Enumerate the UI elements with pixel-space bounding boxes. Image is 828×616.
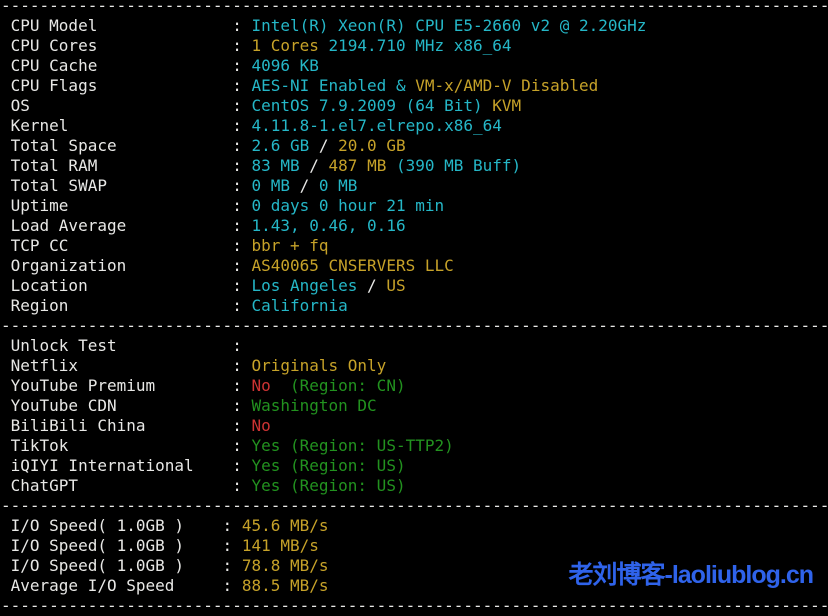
field-value: 1.43, 0.46, 0.16: [251, 216, 406, 235]
field-value: Washington DC: [251, 396, 377, 415]
field-label: Netflix :: [1, 356, 252, 375]
field-label: Total Space :: [1, 136, 252, 155]
field-value: bbr + fq: [251, 236, 329, 255]
field-label: I/O Speed( 1.0GB ) :: [1, 536, 242, 555]
terminal-line-organization: Organization : AS40065 CNSERVERS LLC: [1, 256, 828, 276]
field-label: YouTube CDN :: [1, 396, 252, 415]
field-label: I/O Speed( 1.0GB ) :: [1, 556, 242, 575]
field-value: California: [251, 296, 348, 315]
field-value: /: [299, 156, 329, 175]
field-value: 1 Cores: [251, 36, 319, 55]
field-label: CPU Model :: [1, 16, 252, 35]
terminal-line-unlock-test: Unlock Test :: [1, 336, 828, 356]
field-value: No: [251, 416, 271, 435]
field-label: Region :: [1, 296, 252, 315]
terminal-line-kernel: Kernel : 4.11.8-1.el7.elrepo.x86_64: [1, 116, 828, 136]
field-label: Total SWAP :: [1, 176, 252, 195]
field-label: ChatGPT :: [1, 476, 252, 495]
terminal-line-i-o-speed-1-0gb-: I/O Speed( 1.0GB ) : 45.6 MB/s: [1, 516, 828, 536]
field-label: Location :: [1, 276, 252, 295]
terminal-line-bilibili-china: BiliBili China : No: [1, 416, 828, 436]
field-value: 487 MB: [328, 156, 387, 175]
terminal-line-total-space: Total Space : 2.6 GB / 20.0 GB: [1, 136, 828, 156]
field-label: Load Average :: [1, 216, 252, 235]
field-label: I/O Speed( 1.0GB ) :: [1, 516, 242, 535]
field-value: 141 MB/s: [241, 536, 319, 555]
field-label: Unlock Test :: [1, 336, 252, 355]
field-value: 4096 KB: [251, 56, 319, 75]
field-value: (Region: CN): [270, 376, 406, 395]
field-value: 4.11.8-1.el7.elrepo.x86_64: [251, 116, 502, 135]
field-label: CPU Cores :: [1, 36, 252, 55]
field-value: VM-x/AMD-V Disabled: [415, 76, 599, 95]
field-value: KVM: [492, 96, 522, 115]
field-value: Originals Only: [251, 356, 387, 375]
field-label: Average I/O Speed :: [1, 576, 242, 595]
field-value: 20.0 GB: [338, 136, 406, 155]
field-value: US: [386, 276, 406, 295]
separator-line: ----------------------------------------…: [1, 0, 828, 15]
field-value: AES-NI Enabled &: [251, 76, 416, 95]
separator-line: ----------------------------------------…: [1, 596, 828, 615]
field-value: No: [251, 376, 271, 395]
terminal-line-chatgpt: ChatGPT : Yes (Region: US): [1, 476, 828, 496]
field-label: Uptime :: [1, 196, 252, 215]
field-label: YouTube Premium :: [1, 376, 252, 395]
field-label: TikTok :: [1, 436, 252, 455]
terminal-line-cpu-cores: CPU Cores : 1 Cores 2194.710 MHz x86_64: [1, 36, 828, 56]
terminal-line-tiktok: TikTok : Yes (Region: US-TTP2): [1, 436, 828, 456]
field-label: BiliBili China :: [1, 416, 252, 435]
separator-line: ----------------------------------------…: [1, 496, 828, 515]
separator-line: ----------------------------------------…: [1, 316, 828, 335]
field-label: OS :: [1, 96, 252, 115]
terminal-line-cpu-model: CPU Model : Intel(R) Xeon(R) CPU E5-2660…: [1, 16, 828, 36]
field-value: 2.6 GB: [251, 136, 310, 155]
terminal-line-netflix: Netflix : Originals Only: [1, 356, 828, 376]
terminal-line-youtube-cdn: YouTube CDN : Washington DC: [1, 396, 828, 416]
field-value: 0 MB: [251, 176, 290, 195]
field-label: CPU Cache :: [1, 56, 252, 75]
field-value: Intel(R) Xeon(R) CPU E5-2660 v2 @ 2.20GH…: [251, 16, 647, 35]
terminal-line-youtube-premium: YouTube Premium : No (Region: CN): [1, 376, 828, 396]
watermark: 老刘博客-laoliublog.cn: [568, 561, 814, 589]
terminal-line-iqiyi-international: iQIYI International : Yes (Region: US): [1, 456, 828, 476]
terminal-line-i-o-speed-1-0gb-: I/O Speed( 1.0GB ) : 141 MB/s: [1, 536, 828, 556]
field-value: 0 MB: [318, 176, 358, 195]
terminal-line-os: OS : CentOS 7.9.2009 (64 Bit) KVM: [1, 96, 828, 116]
terminal-line-total-ram: Total RAM : 83 MB / 487 MB (390 MB Buff): [1, 156, 828, 176]
terminal-line-cpu-cache: CPU Cache : 4096 KB: [1, 56, 828, 76]
field-label: Organization :: [1, 256, 252, 275]
field-value: 2194.710 MHz x86_64: [318, 36, 512, 55]
field-value: AS40065 CNSERVERS LLC: [251, 256, 454, 275]
field-value: 0 days 0 hour 21 min: [251, 196, 445, 215]
field-value: Yes (Region: US): [251, 456, 406, 475]
terminal-line-location: Location : Los Angeles / US: [1, 276, 828, 296]
field-value: CentOS 7.9.2009 (64 Bit): [251, 96, 493, 115]
terminal-line-tcp-cc: TCP CC : bbr + fq: [1, 236, 828, 256]
field-value: Los Angeles: [251, 276, 358, 295]
field-label: TCP CC :: [1, 236, 252, 255]
terminal-output: ----------------------------------------…: [1, 0, 828, 616]
field-label: CPU Flags :: [1, 76, 252, 95]
field-value: /: [357, 276, 387, 295]
field-label: iQIYI International :: [1, 456, 252, 475]
field-value: (390 MB Buff): [386, 156, 522, 175]
terminal-line-load-average: Load Average : 1.43, 0.46, 0.16: [1, 216, 828, 236]
terminal-line-total-swap: Total SWAP : 0 MB / 0 MB: [1, 176, 828, 196]
terminal-line-uptime: Uptime : 0 days 0 hour 21 min: [1, 196, 828, 216]
field-value: Yes (Region: US): [251, 476, 406, 495]
field-value: 88.5 MB/s: [241, 576, 329, 595]
field-label: Kernel :: [1, 116, 252, 135]
field-value: /: [289, 176, 319, 195]
terminal-line-region: Region : California: [1, 296, 828, 316]
field-label: Total RAM :: [1, 156, 252, 175]
terminal-line-cpu-flags: CPU Flags : AES-NI Enabled & VM-x/AMD-V …: [1, 76, 828, 96]
field-value: Yes (Region: US-TTP2): [251, 436, 454, 455]
field-value: 83 MB: [251, 156, 300, 175]
field-value: 78.8 MB/s: [241, 556, 329, 575]
field-value: /: [309, 136, 339, 155]
field-value: 45.6 MB/s: [241, 516, 329, 535]
